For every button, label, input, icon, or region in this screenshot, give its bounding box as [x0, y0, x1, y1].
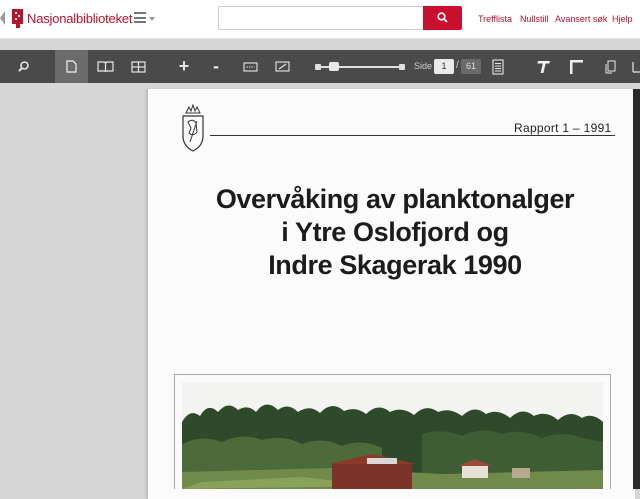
- library-logo-icon[interactable]: [12, 9, 24, 28]
- copy-icon[interactable]: [598, 50, 622, 83]
- magnifier-icon[interactable]: [8, 50, 38, 83]
- current-page-input[interactable]: 1: [434, 59, 454, 74]
- brand-name[interactable]: Nasjonalbiblioteket: [27, 11, 133, 26]
- fit-width-icon[interactable]: [236, 50, 264, 83]
- search-icon: [437, 12, 448, 23]
- landscape-photo: [182, 382, 603, 489]
- menu-icon[interactable]: [134, 12, 146, 24]
- crop-icon[interactable]: [563, 50, 589, 83]
- header-rule: [210, 135, 615, 136]
- text-icon[interactable]: [530, 50, 556, 83]
- zoom-out-button[interactable]: -: [204, 50, 228, 83]
- document-title: Overvåking av planktonalger i Ytre Oslof…: [170, 183, 620, 282]
- link-trefflista[interactable]: Trefflista: [478, 14, 512, 24]
- rotate-icon[interactable]: [630, 50, 640, 83]
- top-header: Nasjonalbiblioteket Trefflista Nullstill…: [0, 0, 640, 39]
- grid-view-icon[interactable]: [123, 50, 153, 83]
- page-label: Side: [414, 61, 433, 71]
- search-button[interactable]: [423, 6, 462, 30]
- title-line: Overvåking av planktonalger: [215, 184, 575, 214]
- report-number: Rapport 1 – 1991: [514, 121, 612, 135]
- document-icon[interactable]: [486, 50, 510, 83]
- fit-page-icon[interactable]: [268, 50, 296, 83]
- book-view-icon[interactable]: [90, 50, 120, 83]
- page-edge: [633, 89, 640, 489]
- link-avansert-sok[interactable]: Avansert søk: [555, 14, 607, 24]
- total-pages: 61: [461, 59, 481, 74]
- title-line: i Ytre Oslofjord og: [281, 217, 509, 247]
- page-separator: /: [456, 60, 459, 71]
- chevron-down-icon[interactable]: [149, 17, 155, 21]
- zoom-max-marker: [399, 64, 405, 70]
- zoom-slider-thumb[interactable]: [329, 62, 339, 71]
- search-input[interactable]: [218, 6, 424, 30]
- zoom-in-button[interactable]: +: [172, 50, 196, 83]
- title-line: Indre Skagerak 1990: [268, 250, 522, 280]
- link-hjelp[interactable]: Hjelp: [612, 14, 633, 24]
- coat-of-arms-icon: [182, 104, 204, 152]
- cover-photo: [182, 382, 603, 489]
- single-page-icon[interactable]: [55, 50, 88, 83]
- back-icon[interactable]: [0, 11, 5, 25]
- link-nullstill[interactable]: Nullstill: [520, 14, 549, 24]
